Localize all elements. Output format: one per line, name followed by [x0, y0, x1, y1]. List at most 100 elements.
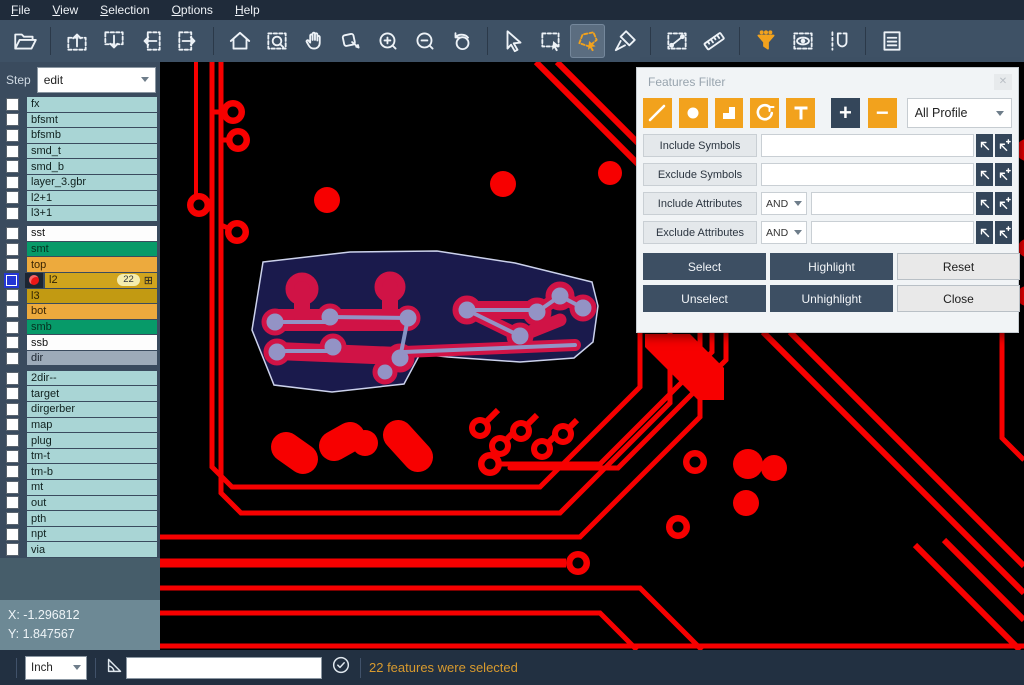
layer-name[interactable]: dirgerber	[27, 402, 157, 417]
layer-row-l2[interactable]: l222⊞	[0, 273, 160, 288]
layer-name[interactable]: npt	[27, 527, 157, 542]
pan-right-icon[interactable]	[170, 24, 205, 58]
exclude-symbols-input[interactable]	[761, 163, 974, 186]
pan-down-icon[interactable]	[96, 24, 131, 58]
layer-visibility-checkbox[interactable]	[6, 543, 19, 556]
layer-row-layer_3.gbr[interactable]: layer_3.gbr	[0, 175, 160, 190]
layer-row-out[interactable]: out	[0, 496, 160, 511]
refresh-check-icon[interactable]	[330, 654, 352, 681]
layer-row-pth[interactable]: pth	[0, 511, 160, 526]
layer-visibility-checkbox[interactable]	[6, 227, 19, 240]
layer-row-smt[interactable]: smt	[0, 242, 160, 257]
layer-name[interactable]: layer_3.gbr	[27, 175, 157, 190]
layer-visibility-checkbox[interactable]	[6, 129, 19, 142]
layer-name[interactable]: ssb	[27, 335, 157, 350]
layer-visibility-checkbox[interactable]	[6, 243, 19, 256]
layer-name[interactable]: smd_b	[27, 159, 157, 174]
layer-name[interactable]: tm-t	[27, 449, 157, 464]
measure-corner-icon[interactable]	[104, 654, 126, 681]
layer-name[interactable]: mt	[27, 480, 157, 495]
layer-visibility-checkbox[interactable]	[6, 528, 19, 541]
grid-icon[interactable]: ⊞	[144, 274, 153, 287]
layer-name[interactable]: out	[27, 496, 157, 511]
menu-help[interactable]: Help	[224, 1, 271, 19]
layer-row-smd_b[interactable]: smd_b	[0, 159, 160, 174]
remove-filter-button[interactable]: −	[868, 98, 897, 128]
layer-row-dir[interactable]: dir	[0, 351, 160, 366]
zoom-in-icon[interactable]	[370, 24, 405, 58]
filter-pad-button[interactable]	[679, 98, 708, 128]
layer-visibility-checkbox[interactable]	[6, 450, 19, 463]
pick-from-canvas-button[interactable]	[976, 192, 993, 215]
layer-visibility-checkbox[interactable]	[5, 274, 18, 287]
layer-row-2dir--[interactable]: 2dir--	[0, 371, 160, 386]
pick-add-button[interactable]	[995, 192, 1012, 215]
layer-visibility-checkbox[interactable]	[6, 321, 19, 334]
layer-row-bfsmt[interactable]: bfsmt	[0, 113, 160, 128]
layer-row-bfsmb[interactable]: bfsmb	[0, 128, 160, 143]
layer-name[interactable]: bot	[27, 304, 157, 319]
layer-name[interactable]: via	[27, 542, 157, 557]
exclude-attributes-button[interactable]: Exclude Attributes	[643, 221, 757, 244]
close-button[interactable]: Close	[897, 285, 1020, 312]
layer-row-mt[interactable]: mt	[0, 480, 160, 495]
layer-name[interactable]: dir	[27, 351, 157, 366]
include-symbols-button[interactable]: Include Symbols	[643, 134, 757, 157]
snap-mode-icon[interactable]	[822, 24, 857, 58]
include-symbols-input[interactable]	[761, 134, 974, 157]
layer-visibility-checkbox[interactable]	[6, 496, 19, 509]
layer-visibility-checkbox[interactable]	[6, 403, 19, 416]
unselect-button[interactable]: Unselect	[643, 285, 766, 312]
step-select[interactable]: edit	[37, 67, 156, 93]
select-pointer-icon[interactable]	[496, 24, 531, 58]
layer-row-bot[interactable]: bot	[0, 304, 160, 319]
pan-left-icon[interactable]	[133, 24, 168, 58]
layers-panel-icon[interactable]	[874, 24, 909, 58]
layer-row-l3+1[interactable]: l3+1	[0, 206, 160, 221]
layer-visibility-checkbox[interactable]	[6, 289, 19, 302]
menu-view[interactable]: View	[41, 1, 89, 19]
layer-row-l3[interactable]: l3	[0, 289, 160, 304]
layer-visibility-checkbox[interactable]	[6, 207, 19, 220]
pick-from-canvas-button[interactable]	[976, 221, 993, 244]
zoom-home-icon[interactable]	[222, 24, 257, 58]
zoom-dynamic-icon[interactable]	[333, 24, 368, 58]
layer-row-fx[interactable]: fx	[0, 97, 160, 112]
layer-name[interactable]: bfsmt	[27, 113, 157, 128]
layer-visibility-checkbox[interactable]	[6, 481, 19, 494]
unhighlight-button[interactable]: Unhighlight	[770, 285, 893, 312]
menu-selection[interactable]: Selection	[89, 1, 160, 19]
layer-visibility-checkbox[interactable]	[6, 160, 19, 173]
layer-visibility-checkbox[interactable]	[6, 258, 19, 271]
layer-visibility-checkbox[interactable]	[6, 191, 19, 204]
pan-up-icon[interactable]	[59, 24, 94, 58]
filter-surface-button[interactable]	[715, 98, 744, 128]
pan-hand-icon[interactable]	[296, 24, 331, 58]
zoom-window-icon[interactable]	[259, 24, 294, 58]
zoom-out-icon[interactable]	[407, 24, 442, 58]
zoom-previous-icon[interactable]	[444, 24, 479, 58]
layer-row-npt[interactable]: npt	[0, 527, 160, 542]
layer-name[interactable]: 2dir--	[27, 371, 157, 386]
dialog-title-bar[interactable]: Features Filter ✕	[643, 68, 1012, 95]
view-options-icon[interactable]	[785, 24, 820, 58]
profile-select[interactable]: All Profile	[907, 98, 1012, 128]
layer-name[interactable]: top	[27, 257, 157, 272]
features-filter-icon[interactable]	[748, 24, 783, 58]
layer-name[interactable]: map	[27, 418, 157, 433]
layer-row-dirgerber[interactable]: dirgerber	[0, 402, 160, 417]
include-attributes-button[interactable]: Include Attributes	[643, 192, 757, 215]
exclude-symbols-button[interactable]: Exclude Symbols	[643, 163, 757, 186]
include-attributes-logic-select[interactable]: AND	[761, 192, 807, 215]
layer-visibility-checkbox[interactable]	[6, 352, 19, 365]
menu-options[interactable]: Options	[161, 1, 224, 19]
layer-visibility-checkbox[interactable]	[6, 465, 19, 478]
layer-name[interactable]: bfsmb	[27, 128, 157, 143]
pick-add-button[interactable]	[995, 163, 1012, 186]
filter-arc-button[interactable]	[750, 98, 779, 128]
exclude-attributes-logic-select[interactable]: AND	[761, 221, 807, 244]
layer-row-top[interactable]: top	[0, 257, 160, 272]
layer-visibility-checkbox[interactable]	[6, 305, 19, 318]
highlight-button[interactable]: Highlight	[770, 253, 893, 280]
layer-visibility-checkbox[interactable]	[6, 387, 19, 400]
